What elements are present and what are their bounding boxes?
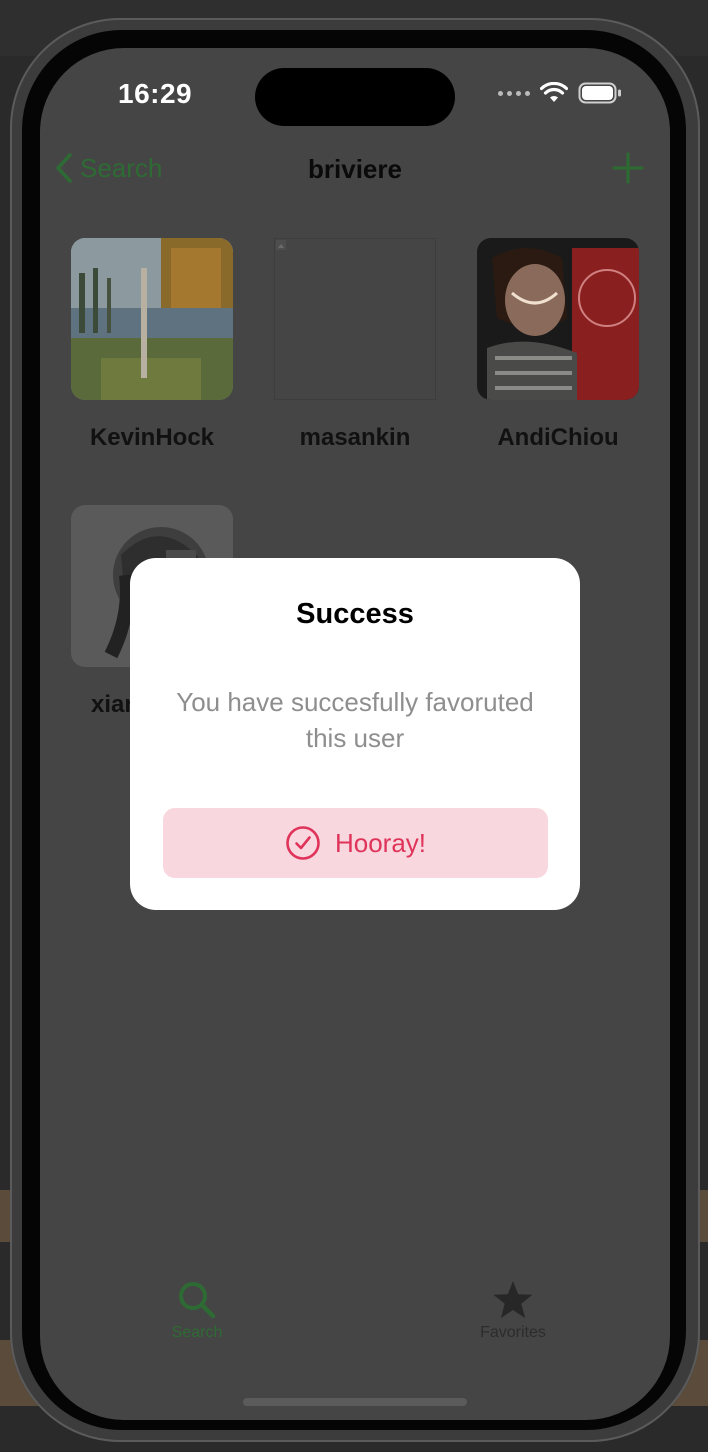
cellular-signal-icon bbox=[498, 90, 530, 96]
dynamic-island bbox=[255, 68, 455, 126]
plus-icon bbox=[612, 152, 644, 184]
tab-label: Favorites bbox=[480, 1324, 546, 1341]
tab-favorites[interactable]: Favorites bbox=[443, 1280, 583, 1342]
star-icon bbox=[493, 1280, 533, 1319]
alert-message: You have succesfully favoruted this user bbox=[176, 687, 534, 753]
navigation-bar: Search briviere bbox=[40, 146, 670, 196]
status-time: 16:29 bbox=[118, 78, 193, 109]
wifi-icon bbox=[540, 82, 568, 102]
follower-cell[interactable]: masankin bbox=[274, 238, 436, 452]
tab-bar: Search Favorites bbox=[40, 1280, 670, 1380]
avatar bbox=[71, 238, 233, 400]
avatar bbox=[477, 238, 639, 400]
alert-title: Success bbox=[296, 598, 414, 630]
alert-button-label: Hooray! bbox=[334, 827, 427, 858]
follower-name: AndiChiou bbox=[497, 424, 619, 451]
follower-cell[interactable]: AndiChiou bbox=[477, 238, 639, 452]
success-alert: Success You have succesfully favoruted t… bbox=[130, 558, 580, 910]
battery-icon bbox=[578, 82, 621, 104]
follower-cell[interactable]: KevinHock bbox=[71, 238, 233, 452]
tab-search[interactable]: Search bbox=[127, 1280, 267, 1342]
tab-label: Search bbox=[171, 1324, 223, 1341]
status-indicators bbox=[498, 82, 622, 104]
checkmark-circle-icon bbox=[286, 826, 320, 860]
avatar-placeholder bbox=[274, 238, 436, 400]
add-favorite-button[interactable] bbox=[612, 150, 644, 191]
home-indicator[interactable] bbox=[243, 1398, 467, 1406]
follower-name: masankin bbox=[299, 424, 411, 451]
magnifying-glass-icon bbox=[179, 1282, 216, 1319]
follower-name: KevinHock bbox=[89, 424, 215, 451]
page-title: briviere bbox=[308, 154, 402, 184]
hooray-button[interactable]: Hooray! bbox=[163, 808, 548, 878]
